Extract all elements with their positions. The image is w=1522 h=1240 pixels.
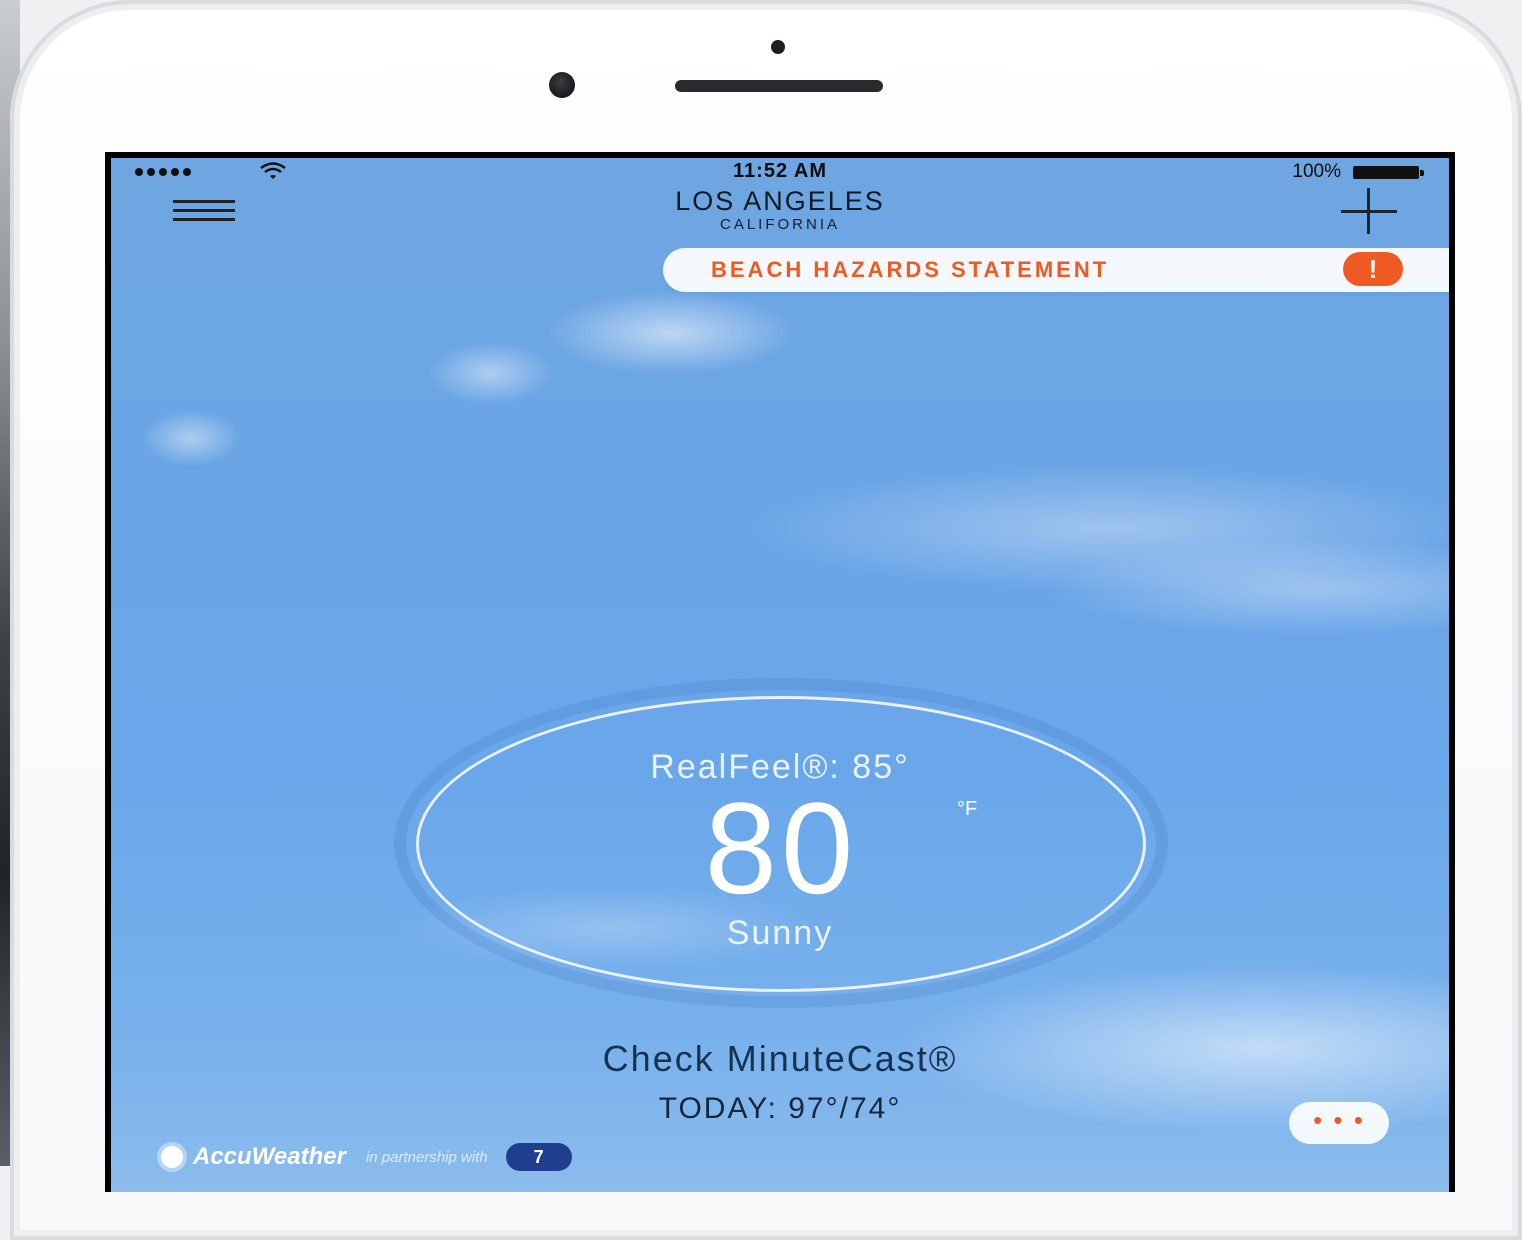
battery-icon xyxy=(1353,166,1424,179)
alert-banner[interactable]: BEACH HAZARDS STATEMENT ! xyxy=(663,248,1449,292)
status-bar: 11:52 AM 100% xyxy=(111,158,1449,186)
more-button[interactable]: • • • xyxy=(1289,1102,1389,1144)
sun-icon xyxy=(161,1146,183,1168)
front-camera xyxy=(549,72,575,98)
minutecast-link[interactable]: Check MinuteCast® xyxy=(111,1038,1449,1080)
phone-screen: 11:52 AM 100% LOS ANGELES CALIFORNIA BEA… xyxy=(105,152,1455,1192)
partner-logo: 7 xyxy=(505,1143,572,1171)
partner-text: in partnership with xyxy=(365,1148,488,1166)
footer-branding: AccuWeather in partnership with 7 xyxy=(161,1143,572,1171)
temperature-unit: °F xyxy=(957,798,978,820)
city-name[interactable]: LOS ANGELES xyxy=(111,186,1449,217)
battery-percent: 100% xyxy=(1292,161,1341,182)
alert-icon: ! xyxy=(1343,252,1403,286)
front-sensor xyxy=(771,40,785,54)
add-location-button[interactable] xyxy=(1333,188,1405,248)
alert-label: BEACH HAZARDS STATEMENT xyxy=(711,257,1110,282)
weather-condition: Sunny xyxy=(726,914,834,952)
earpiece-speaker xyxy=(675,80,883,92)
weather-display: 11:52 AM 100% LOS ANGELES CALIFORNIA BEA… xyxy=(111,158,1449,1192)
today-range: TODAY: 97°/74° xyxy=(658,1092,902,1125)
status-time: 11:52 AM xyxy=(733,160,827,182)
region-name: CALIFORNIA xyxy=(719,216,840,233)
phone-frame: 11:52 AM 100% LOS ANGELES CALIFORNIA BEA… xyxy=(10,0,1522,1240)
brand-name: AccuWeather xyxy=(193,1143,346,1170)
current-temperature: 80 xyxy=(704,775,858,921)
